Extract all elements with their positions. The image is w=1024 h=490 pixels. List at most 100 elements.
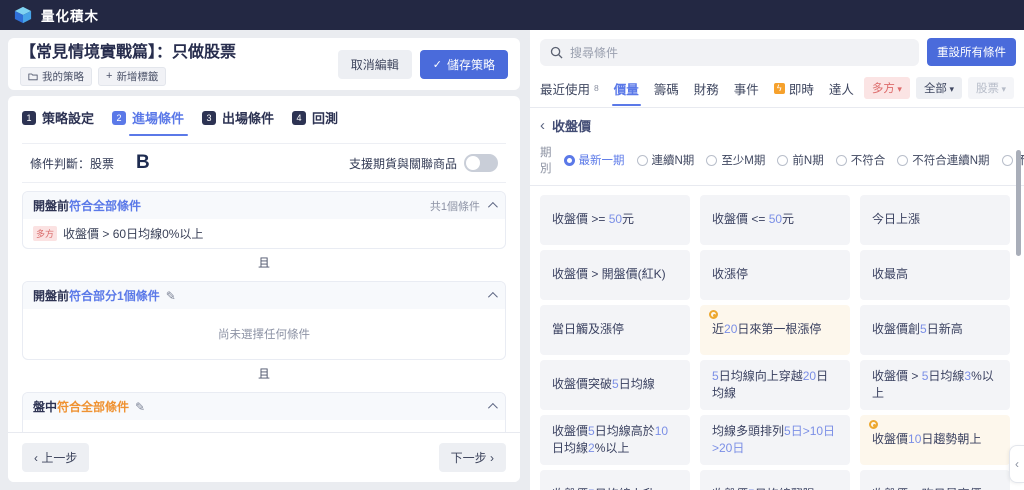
step-number-badge: 2 bbox=[112, 111, 126, 125]
add-tag-button[interactable]: + 新增標籤 bbox=[98, 67, 166, 86]
category-tab[interactable]: 事件 bbox=[734, 79, 759, 106]
step-tab[interactable]: 3 出場條件 bbox=[202, 108, 274, 127]
condition-card[interactable]: 收盤價 > 開盤價(紅K) bbox=[540, 250, 690, 300]
collapse-caret-icon[interactable] bbox=[488, 292, 498, 302]
category-tab[interactable]: 即時 bbox=[774, 79, 814, 106]
my-strategy-tag[interactable]: 我的策略 bbox=[20, 67, 92, 86]
step-number-badge: 4 bbox=[292, 111, 306, 125]
collapse-caret-icon[interactable] bbox=[488, 403, 498, 413]
tab-label: 最近使用 bbox=[540, 79, 590, 98]
cancel-edit-button[interactable]: 取消編輯 bbox=[338, 50, 412, 79]
folder-icon bbox=[28, 72, 38, 81]
edit-pencil-icon[interactable]: ✎ bbox=[166, 289, 176, 303]
condition-card[interactable]: 近20日來第一根漲停 bbox=[700, 305, 850, 355]
condition-card[interactable]: 收盤價5日均線翻陽 bbox=[700, 470, 850, 490]
condition-chip-label: 收盤價 > 60日均線0%以上 bbox=[63, 225, 203, 242]
period-option[interactable]: 連續N期 bbox=[637, 152, 695, 168]
step-tab[interactable]: 4 回測 bbox=[292, 108, 338, 127]
step-tab[interactable]: 2 進場條件 bbox=[112, 108, 184, 127]
category-tab[interactable]: 達人 bbox=[829, 79, 854, 106]
condition-card[interactable]: 收最高 bbox=[860, 250, 1010, 300]
condition-card-label: 收盤價創5日新高 bbox=[872, 321, 963, 338]
period-option-label: 連續N期 bbox=[652, 152, 695, 168]
back-chevron-icon[interactable]: ‹ bbox=[540, 117, 545, 134]
tag-label: 我的策略 bbox=[42, 69, 84, 84]
condition-card[interactable]: 5日均線向上穿越20日均線 bbox=[700, 360, 850, 410]
section-header: 開盤前 符合全部條件 共1個條件 bbox=[23, 192, 505, 219]
category-tabs: 最近使用 8 價量 籌碼 財務 bbox=[540, 79, 854, 106]
condition-card[interactable]: 當日觸及漲停 bbox=[540, 305, 690, 355]
condition-card[interactable]: 收漲停 bbox=[700, 250, 850, 300]
save-strategy-button[interactable]: ✓ 儲存策略 bbox=[420, 50, 508, 79]
edit-pencil-icon[interactable]: ✎ bbox=[135, 400, 145, 414]
step-number-badge: 1 bbox=[22, 111, 36, 125]
condition-card[interactable]: 今日上漲 bbox=[860, 195, 1010, 245]
period-label: 期別 bbox=[540, 144, 552, 176]
section-header: 盤中 符合全部條件 ✎ bbox=[23, 393, 505, 420]
app-title: 量化積木 bbox=[41, 5, 99, 25]
prev-step-button[interactable]: 上一步 bbox=[22, 443, 89, 472]
reset-all-conditions-button[interactable]: 重設所有條件 bbox=[927, 38, 1016, 66]
period-option[interactable]: 不符合連續N期 bbox=[897, 152, 989, 168]
condition-card[interactable]: 收盤價 <= 50元 bbox=[700, 195, 850, 245]
category-title[interactable]: 收盤價 bbox=[552, 116, 591, 135]
radio-icon bbox=[564, 155, 575, 166]
tab-label: 財務 bbox=[694, 79, 719, 98]
condition-card[interactable]: 收盤價5日均線上升 bbox=[540, 470, 690, 490]
condition-card-label: 收盤價 > 5日均線3%以上 bbox=[872, 368, 998, 403]
filter-dropdown[interactable]: 多方 bbox=[864, 77, 910, 99]
period-option-label: 前N期 bbox=[792, 152, 823, 168]
condition-card[interactable]: 收盤價 > 5日均線3%以上 bbox=[860, 360, 1010, 410]
condition-card[interactable]: 收盤價突破5日均線 bbox=[540, 360, 690, 410]
category-tab[interactable]: 最近使用 8 bbox=[540, 79, 599, 106]
search-input[interactable]: 搜尋條件 bbox=[540, 39, 919, 66]
radio-icon bbox=[836, 155, 847, 166]
condition-card[interactable]: 收盤價創5日新高 bbox=[860, 305, 1010, 355]
match-mode-link[interactable]: 符合全部條件 bbox=[57, 398, 129, 415]
condition-card-label: 收盤價5日均線上升 bbox=[552, 486, 655, 490]
match-mode-link[interactable]: 符合全部條件 bbox=[69, 197, 141, 214]
category-tab[interactable]: 財務 bbox=[694, 79, 719, 106]
radio-icon bbox=[1002, 155, 1013, 166]
condition-card-label: 收盤價突破5日均線 bbox=[552, 376, 655, 393]
condition-chip[interactable]: 多方 收盤價 > 60日均線0%以上 bbox=[33, 225, 495, 242]
period-option[interactable]: 前N期 bbox=[777, 152, 823, 168]
toggle-knob bbox=[466, 156, 480, 170]
condition-card[interactable]: 收盤價 >= 50元 bbox=[540, 195, 690, 245]
period-option[interactable]: 至少M期 bbox=[706, 152, 765, 168]
futures-toggle-label: 支援期貨與關聯商品 bbox=[349, 155, 457, 172]
strategy-header-card: 【常見情境實戰篇】：只做股票 我的策略 + 新增標籤 取消編輯 ✓ 儲存策略 bbox=[8, 38, 520, 90]
step-tab[interactable]: 1 策略設定 bbox=[22, 108, 94, 127]
preopen-all-conditions-section: 開盤前 符合全部條件 共1個條件 多方 收盤價 > 60日均線0%以上 bbox=[22, 191, 506, 249]
condition-card-label: 收最高 bbox=[872, 266, 908, 283]
filter-dropdown[interactable]: 股票 bbox=[968, 77, 1014, 99]
filter-dropdown[interactable]: 全部 bbox=[916, 77, 962, 99]
category-tab[interactable]: 價量 bbox=[614, 79, 639, 106]
collapse-panel-handle[interactable] bbox=[1009, 445, 1024, 483]
period-option[interactable]: 不符合 bbox=[836, 152, 886, 168]
period-option[interactable]: 最新一期 bbox=[564, 152, 625, 168]
condition-card[interactable]: 均線多頭排列5日>10日>20日 bbox=[700, 415, 850, 465]
next-step-button[interactable]: 下一步 bbox=[439, 443, 506, 472]
condition-card-label: 收盤價 >= 50元 bbox=[552, 211, 634, 228]
check-icon: ✓ bbox=[433, 58, 442, 71]
futures-toggle[interactable] bbox=[464, 154, 498, 172]
condition-card-label: 收盤價5日均線高於10日均線2%以上 bbox=[552, 423, 678, 458]
match-mode-link[interactable]: 符合部分1個條件 bbox=[69, 287, 160, 304]
empty-state-text: 尚未選擇任何條件 bbox=[23, 309, 505, 359]
condition-card-label: 收盤價 > 昨日最高價 bbox=[872, 486, 982, 490]
condition-card[interactable]: 收盤價10日趨勢朝上 bbox=[860, 415, 1010, 465]
strategy-title: 【常見情境實戰篇】：只做股票 bbox=[20, 44, 338, 62]
condition-card-grid: 收盤價 >= 50元 收盤價 <= 50元 今日上漲 收盤價 > 開盤價(紅K)… bbox=[530, 186, 1024, 490]
category-tab[interactable]: 籌碼 bbox=[654, 79, 679, 106]
step-label: 策略設定 bbox=[42, 108, 94, 127]
tab-label: 達人 bbox=[829, 79, 854, 98]
scrollbar[interactable] bbox=[1016, 150, 1021, 256]
tag-label: 新增標籤 bbox=[116, 69, 158, 84]
period-option-label: 最新一期 bbox=[579, 152, 625, 168]
condition-count: 共1個條件 bbox=[430, 198, 480, 214]
condition-card[interactable]: 收盤價5日均線高於10日均線2%以上 bbox=[540, 415, 690, 465]
app-logo-icon bbox=[14, 6, 32, 24]
collapse-caret-icon[interactable] bbox=[488, 202, 498, 212]
condition-card[interactable]: 收盤價 > 昨日最高價 bbox=[860, 470, 1010, 490]
